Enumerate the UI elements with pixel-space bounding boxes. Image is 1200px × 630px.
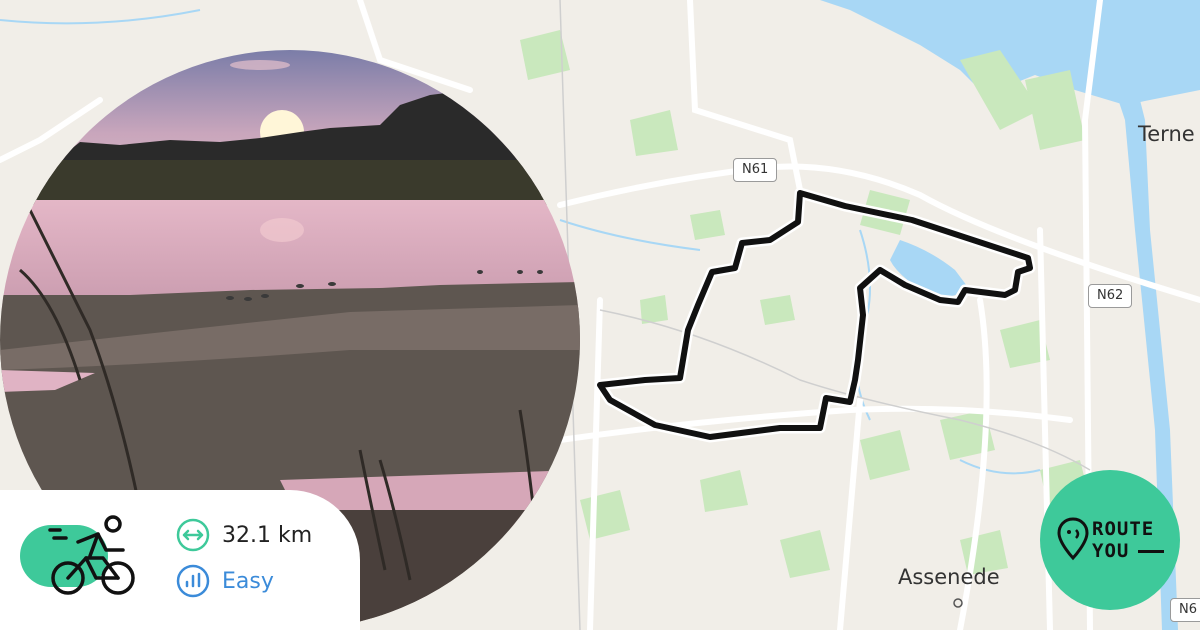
road-shield-n61: N61 xyxy=(733,158,778,182)
road-shield-n62: N62 xyxy=(1088,284,1133,308)
road-shield-n6-partial: N6 xyxy=(1170,598,1200,622)
distance-stat: 32.1 km xyxy=(176,518,312,552)
routeyou-logo[interactable]: ROUTE YOU xyxy=(1040,470,1180,610)
logo-underline xyxy=(1138,550,1164,553)
bar-chart-icon xyxy=(176,564,210,598)
distance-value: 32.1 km xyxy=(222,522,313,548)
routeyou-pin-icon xyxy=(1057,517,1089,561)
logo-text-route: ROUTE xyxy=(1092,518,1155,540)
difficulty-value: Easy xyxy=(222,568,274,594)
city-label-assenede: Assenede xyxy=(898,565,1000,589)
logo-text-you: YOU xyxy=(1092,540,1130,562)
difficulty-stat: Easy xyxy=(176,564,274,598)
distance-arrows-icon xyxy=(176,518,210,552)
route-info-card[interactable]: 32.1 km Easy xyxy=(0,490,360,630)
city-label-terneuzen: Terne xyxy=(1138,122,1195,146)
cyclist-icon xyxy=(48,515,135,595)
